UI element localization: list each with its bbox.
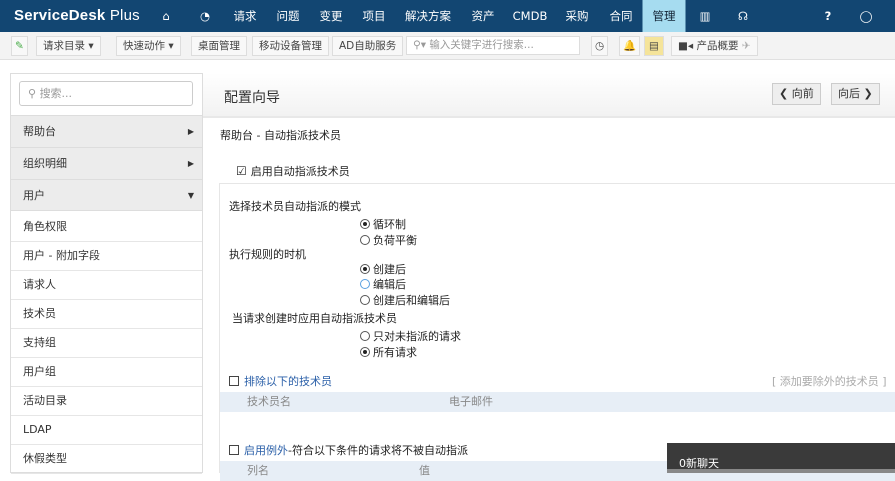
mobile-mgmt-button[interactable]: 移动设备管理 [252,36,329,56]
nav-solutions[interactable]: 解决方案 [401,0,455,32]
logo[interactable]: ServiceDesk Plus [14,7,140,24]
video-icon: ■◂ [678,40,694,52]
bell-icon[interactable]: 🔔 [619,36,641,56]
sidebar-item-technicians[interactable]: 技术员 [11,300,202,329]
toolbar: ✎ 请求目录 ▾ 快速动作 ▾ 桌面管理 移动设备管理 AD自助服务 ⚲▾ 输入… [0,32,895,60]
rocket-icon: ✈ [741,40,751,52]
exclude-table-header: 技术员名 电子邮件 [220,392,895,412]
nav-requests[interactable]: 请求 [230,0,261,32]
sidebar-item-ldap[interactable]: LDAP [11,416,202,445]
history-icon[interactable]: ◷ [591,36,609,56]
sidebar-group-users[interactable]: 用户 ▼ [11,179,202,211]
reports-icon[interactable]: ▥ [696,0,715,32]
caret-right-icon: ▶ [187,127,194,136]
headset-icon[interactable]: ☊ [734,0,752,32]
clipboard-icon[interactable]: ▤ [644,36,664,56]
column-technician-name: 技术员名 [247,395,291,408]
global-search-input[interactable]: ⚲▾ 输入关键字进行搜索... [406,36,580,55]
chat-bar[interactable]: 0新聊天 [667,443,895,473]
nav-contracts[interactable]: 合同 [606,0,637,32]
radio-round-robin[interactable]: 循环制 [360,216,406,232]
enable-auto-assign-checkbox[interactable]: ☑ 启用自动指派技术员 [236,163,350,179]
nav-cmdb[interactable]: CMDB [509,0,552,32]
exclude-technicians-checkbox[interactable]: 排除以下的技术员 [229,373,332,389]
timing-label: 执行规则的时机 [229,248,306,261]
page-title: 配置向导 [224,90,280,106]
nav-assets[interactable]: 资产 [468,0,499,32]
sidebar-item-requesters[interactable]: 请求人 [11,271,202,300]
desktop-mgmt-button[interactable]: 桌面管理 [191,36,247,56]
settings-panel [219,183,895,473]
sidebar-item-user-fields[interactable]: 用户 - 附加字段 [11,242,202,271]
mode-label: 选择技术员自动指派的模式 [229,200,361,213]
sidebar-item-roles[interactable]: 角色权限 [11,213,202,242]
radio-on-edit[interactable]: 编辑后 [360,276,406,292]
home-icon[interactable]: ⌂ [158,0,173,32]
new-request-icon[interactable]: ✎ [11,36,28,56]
nav-problems[interactable]: 问题 [273,0,304,32]
nav-purchase[interactable]: 采购 [562,0,593,32]
caret-right-icon: ▶ [187,159,194,168]
radio-load-balance[interactable]: 负荷平衡 [360,232,417,248]
add-excluded-technician-link[interactable]: [ 添加要除外的技术员 ] [772,373,887,389]
help-icon[interactable]: ? [821,0,836,32]
column-value: 值 [419,464,430,477]
nav-changes[interactable]: 变更 [316,0,347,32]
sidebar-group-helpdesk[interactable]: 帮助台 ▶ [11,115,202,147]
quick-actions-dropdown[interactable]: 快速动作 ▾ [116,36,181,56]
radio-on-create[interactable]: 创建后 [360,261,406,277]
sidebar-item-active-directory[interactable]: 活动目录 [11,387,202,416]
request-catalog-dropdown[interactable]: 请求目录 ▾ [36,36,101,56]
section-subtitle: 帮助台 - 自动指派技术员 [220,129,341,142]
sidebar-item-support-groups[interactable]: 支持组 [11,329,202,358]
radio-all-requests[interactable]: 所有请求 [360,344,417,360]
enable-exception-checkbox[interactable]: 启用例外-符合以下条件的请求将不被自动指派 [229,442,468,458]
prev-button[interactable]: ❮ 向前 [772,83,821,105]
ad-self-service-button[interactable]: AD自助服务 [332,36,404,56]
main-header: 配置向导 ❮ 向前 向后 ❯ [203,73,895,118]
column-name: 列名 [247,464,269,477]
product-overview-button[interactable]: ■◂ 产品概要 ✈ [671,36,758,56]
sidebar-item-user-groups[interactable]: 用户组 [11,358,202,387]
radio-unassigned-only[interactable]: 只对未指派的请求 [360,328,461,344]
sidebar: ⚲ 搜索... 帮助台 ▶ 组织明细 ▶ 用户 ▼ 角色权限 用户 - 附加字段 请求… [10,73,203,474]
column-email: 电子邮件 [449,395,493,408]
radio-on-create-edit[interactable]: 创建后和编辑后 [360,292,450,308]
dashboard-icon[interactable]: ◔ [196,0,214,32]
nav-admin[interactable]: 管理 [642,0,686,32]
next-button[interactable]: 向后 ❯ [831,83,880,105]
sidebar-item-leave-types[interactable]: 休假类型 [11,445,202,474]
sidebar-search-input[interactable]: ⚲ 搜索... [19,81,193,106]
nav-projects[interactable]: 项目 [359,0,390,32]
user-avatar-icon[interactable]: ◯ [856,0,877,32]
caret-down-icon: ▼ [187,191,194,200]
apply-label: 当请求创建时应用自动指派技术员 [232,312,397,325]
sidebar-group-org[interactable]: 组织明细 ▶ [11,147,202,179]
top-header: ServiceDesk Plus ⌂ ◔ 请求 问题 变更 项目 解决方案 资产… [0,0,895,32]
